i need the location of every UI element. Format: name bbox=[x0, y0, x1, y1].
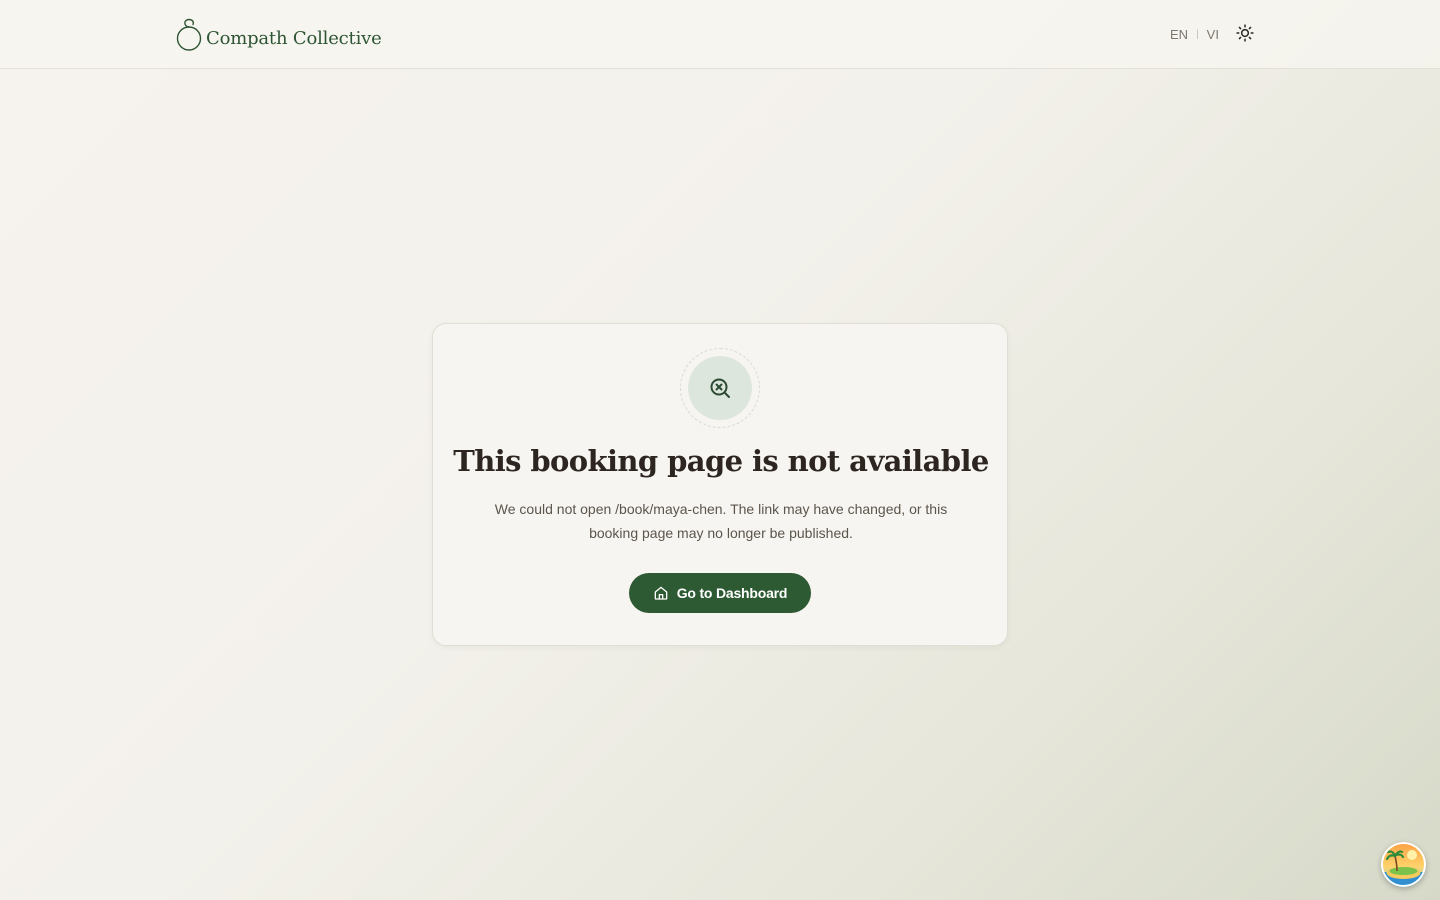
sun-icon bbox=[1236, 24, 1254, 42]
page-description: We could not open /book/maya-chen. The l… bbox=[494, 501, 948, 541]
not-available-card: This booking page is not available We co… bbox=[432, 323, 1008, 646]
go-to-dashboard-label: Go to Dashboard bbox=[676, 585, 788, 601]
theme-toggle-button[interactable] bbox=[1234, 22, 1256, 44]
brand-logo-icon bbox=[176, 18, 202, 51]
brand-name: Compath Collective bbox=[206, 28, 382, 49]
language-option-en[interactable]: EN bbox=[1170, 27, 1188, 42]
brand-logo-link[interactable]: Compath Collective bbox=[176, 17, 382, 51]
page-title: This booking page is not available bbox=[453, 444, 989, 478]
language-option-vi[interactable]: VI bbox=[1207, 27, 1219, 42]
floating-assistant-button[interactable] bbox=[1381, 842, 1426, 887]
language-switcher: EN | VI bbox=[1170, 24, 1219, 44]
status-icon-ring bbox=[680, 348, 760, 428]
island-avatar-icon bbox=[1381, 842, 1426, 887]
go-to-dashboard-button[interactable]: Go to Dashboard bbox=[629, 573, 811, 613]
language-separator: | bbox=[1196, 28, 1199, 40]
status-icon-circle bbox=[688, 356, 752, 420]
home-icon bbox=[654, 586, 668, 600]
search-x-icon bbox=[710, 378, 730, 398]
top-bar: Compath Collective EN | VI bbox=[0, 0, 1440, 69]
